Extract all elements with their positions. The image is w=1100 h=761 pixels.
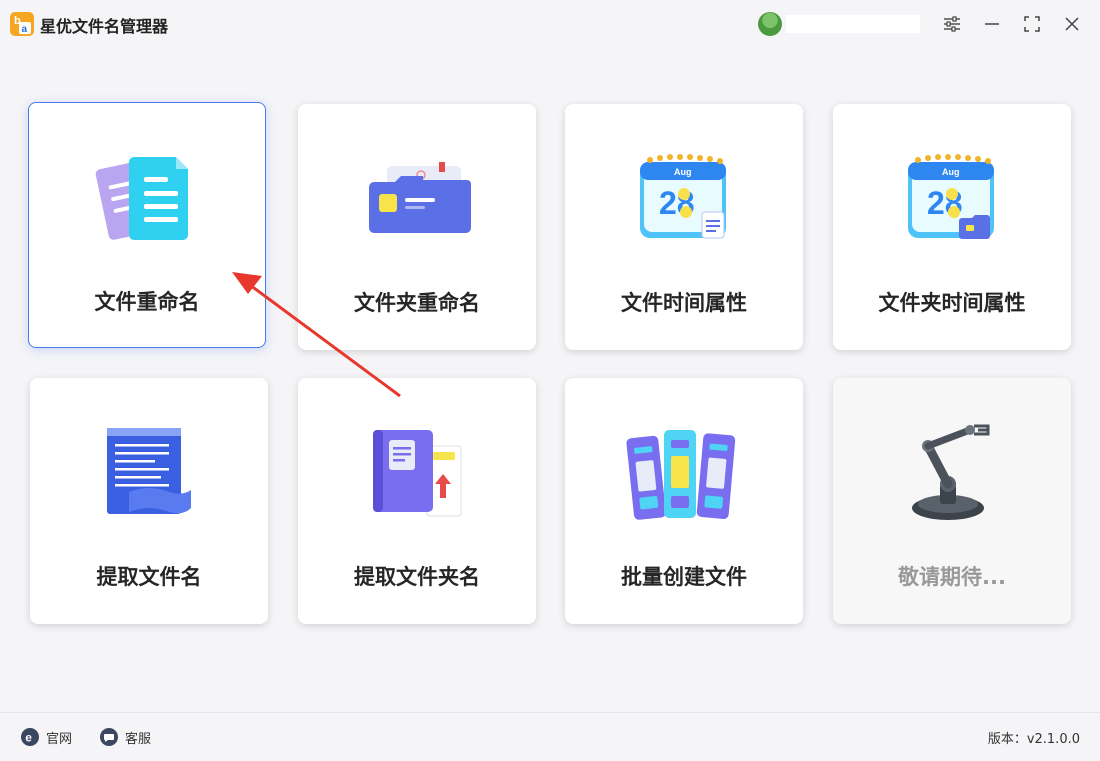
- card-extract-foldername[interactable]: 提取文件夹名: [298, 378, 536, 624]
- app-logo-icon: b a: [10, 12, 34, 36]
- card-folder-time[interactable]: Aug 28 文件夹时间属性: [833, 104, 1071, 350]
- folder-icon: [369, 162, 471, 233]
- card-extract-filename[interactable]: 提取文件名: [30, 378, 268, 624]
- card-label: 文件夹时间属性: [878, 291, 1026, 315]
- app-title: 星优文件名管理器: [40, 17, 169, 36]
- calendar-icon: Aug 28: [640, 154, 726, 239]
- card-coming-soon: 敬请期待...: [833, 378, 1071, 624]
- card-label: 批量创建文件: [621, 565, 747, 589]
- card-label: 提取文件夹名: [354, 565, 480, 589]
- card-file-time[interactable]: Aug 28 文件时间属性: [565, 104, 803, 350]
- card-batch-create[interactable]: 批量创建文件: [565, 378, 803, 624]
- footer: e 官网 客服 版本：v2.1.0.0: [0, 712, 1100, 761]
- svg-text:e: e: [25, 731, 32, 745]
- avatar[interactable]: [758, 12, 782, 36]
- title-bar: b a 星优文件名管理器: [0, 0, 1100, 48]
- robot-arm-icon: [912, 424, 990, 520]
- settings-icon: [944, 16, 960, 32]
- calendar-folder-icon: Aug 28: [908, 154, 994, 239]
- user-name-redacted: [786, 15, 920, 33]
- close-button[interactable]: [1060, 12, 1084, 36]
- website-icon: e: [21, 728, 39, 746]
- support-icon: [100, 728, 118, 746]
- close-icon: [1065, 17, 1079, 31]
- support-label: 客服: [125, 732, 152, 747]
- scroll-document-icon: [107, 428, 191, 514]
- binder-folder-icon: [373, 430, 462, 517]
- card-file-rename[interactable]: 文件重命名: [28, 102, 266, 348]
- maximize-button[interactable]: [1020, 12, 1044, 36]
- calendar-month: Aug: [942, 167, 960, 177]
- user-account[interactable]: [746, 12, 922, 36]
- maximize-icon: [1024, 16, 1040, 32]
- minimize-icon: [985, 23, 999, 25]
- card-label: 文件重命名: [94, 290, 200, 314]
- card-folder-rename[interactable]: 文件夹重命名: [298, 104, 536, 350]
- card-label: 敬请期待...: [898, 565, 1006, 589]
- minimize-button[interactable]: [980, 12, 1004, 36]
- svg-text:a: a: [22, 24, 28, 35]
- document-icon: [95, 157, 188, 240]
- version-text: 版本：v2.1.0.0: [987, 732, 1080, 747]
- card-label: 文件时间属性: [621, 291, 747, 315]
- card-label: 文件夹重命名: [354, 291, 480, 315]
- books-icon: [626, 430, 736, 520]
- calendar-month: Aug: [674, 167, 692, 177]
- website-label: 官网: [46, 732, 73, 747]
- settings-button[interactable]: [940, 12, 964, 36]
- card-label: 提取文件名: [96, 565, 202, 589]
